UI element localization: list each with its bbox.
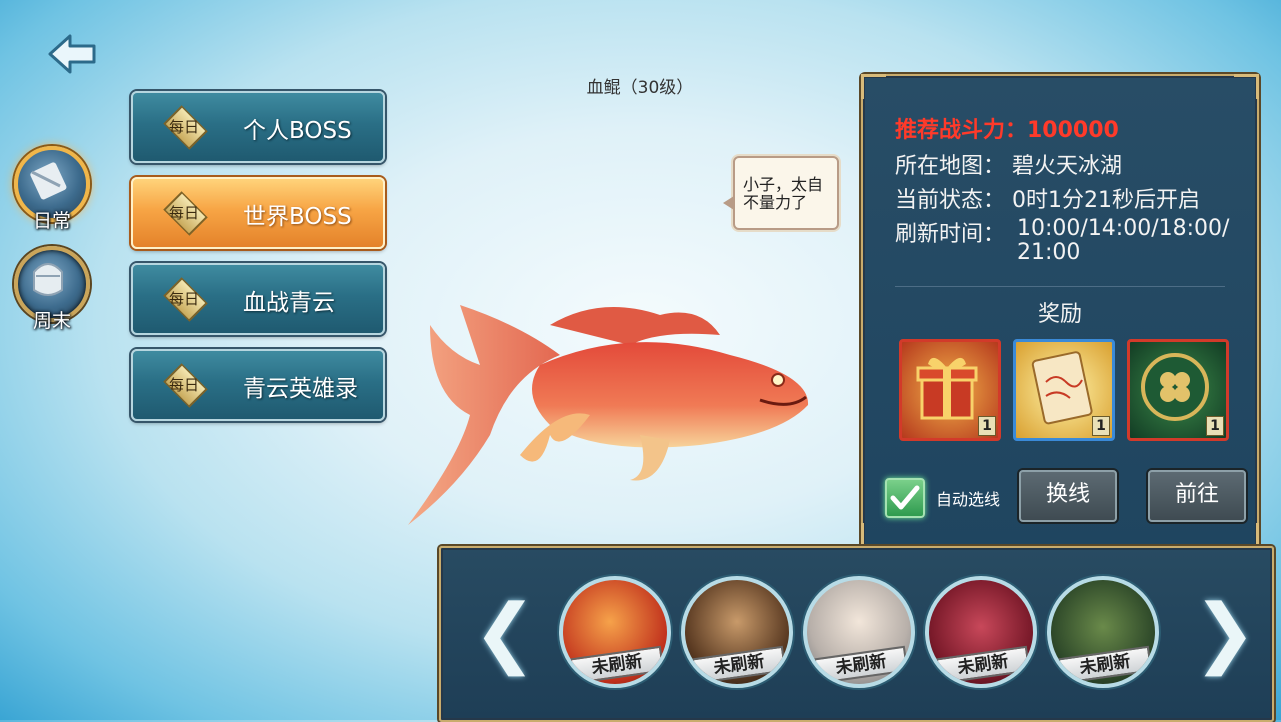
refresh-times: 10:00/14:00/18:00/ <box>1017 216 1230 241</box>
boss-info-panel: 推荐战斗力：100000 所在地图： 碧火天冰湖 当前状态： 0时1分21秒后开… <box>861 74 1259 548</box>
refresh-times-cont: 21:00 <box>1017 240 1081 265</box>
speech-line: 小子，太自 <box>743 175 824 194</box>
divider <box>895 286 1225 287</box>
boss-portrait-white-haired-elder[interactable]: 未刷新 <box>803 576 915 688</box>
reward-gift-box[interactable]: 1 <box>899 339 1001 441</box>
menu-world-boss[interactable]: 每日 世界BOSS <box>131 177 385 249</box>
reward-quantity: 1 <box>1206 416 1224 436</box>
boss-portrait-green-beast[interactable]: 未刷新 <box>1047 576 1159 688</box>
not-refreshed-tag: 未刷新 <box>1057 645 1153 684</box>
daily-badge: 每日 <box>160 105 208 150</box>
not-refreshed-tag: 未刷新 <box>813 645 909 684</box>
checkmark-icon <box>890 485 920 510</box>
menu-title: 个人BOSS <box>243 118 352 144</box>
speech-line: 不量力了 <box>743 193 808 212</box>
daily-badge: 每日 <box>160 363 208 408</box>
boss-name: 血鲲（30级） <box>586 78 694 98</box>
not-refreshed-tag: 未刷新 <box>691 645 787 684</box>
blood-kun-fish-model[interactable] <box>400 285 820 545</box>
recommended-power: 推荐战斗力：100000 <box>895 118 1119 143</box>
boss-portrait-red-fish[interactable]: 未刷新 <box>559 576 671 688</box>
menu-blood-battle[interactable]: 每日 血战青云 <box>131 263 385 335</box>
switch-line-button[interactable]: 换线 <box>1019 470 1117 522</box>
reward-quantity: 1 <box>978 416 996 436</box>
boss-portrait-bearded-warrior[interactable]: 未刷新 <box>681 576 793 688</box>
reward-title: 奖励 <box>1037 302 1082 327</box>
menu-title: 血战青云 <box>243 290 335 316</box>
boss-portrait-crimson-demon[interactable]: 未刷新 <box>925 576 1037 688</box>
side-tab-label: 日常 <box>32 210 71 232</box>
auto-select-checkbox[interactable] <box>885 478 925 518</box>
go-button[interactable]: 前往 <box>1148 470 1246 522</box>
chevron-right-icon[interactable]: ❯ <box>1193 592 1257 672</box>
reward-clover-medal[interactable]: 1 <box>1127 339 1229 441</box>
side-tab-weekend[interactable]: 周末 <box>14 246 90 333</box>
daily-badge: 每日 <box>160 191 208 236</box>
side-tab-daily[interactable]: 日常 <box>14 146 90 233</box>
back-arrow-icon[interactable] <box>46 32 98 76</box>
auto-select-label: 自动选线 <box>936 490 1001 509</box>
side-tab-label: 周末 <box>32 310 71 332</box>
not-refreshed-tag: 未刷新 <box>569 645 665 684</box>
reward-scroll[interactable]: 1 <box>1013 339 1115 441</box>
current-status: 当前状态： 0时1分21秒后开启 <box>895 188 1200 213</box>
chevron-left-icon[interactable]: ❮ <box>473 592 537 672</box>
refresh-label: 刷新时间： <box>895 222 1006 247</box>
reward-quantity: 1 <box>1092 416 1110 436</box>
not-refreshed-tag: 未刷新 <box>935 645 1031 684</box>
speech-bubble: 小子，太自 不量力了 <box>723 156 839 230</box>
menu-personal-boss[interactable]: 每日 个人BOSS <box>131 91 385 163</box>
boss-list-panel: ❮ ❯ 未刷新 未刷新 未刷新 未刷新 未刷新 <box>439 546 1274 722</box>
daily-badge: 每日 <box>160 277 208 322</box>
menu-hero-record[interactable]: 每日 青云英雄录 <box>131 349 385 421</box>
menu-title: 青云英雄录 <box>243 376 358 402</box>
map-location: 所在地图： 碧火天冰湖 <box>895 154 1122 179</box>
menu-title: 世界BOSS <box>243 204 352 230</box>
